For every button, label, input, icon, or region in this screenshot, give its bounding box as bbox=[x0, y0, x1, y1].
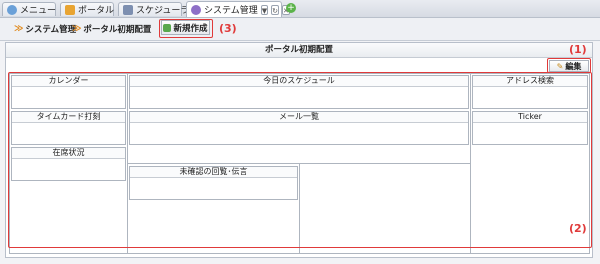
breadcrumb-arrow-icon: ≫ bbox=[72, 24, 82, 34]
edit-button[interactable]: ✎ 編集 bbox=[549, 60, 589, 72]
breadcrumb-label: システム管理 bbox=[25, 25, 77, 35]
callout-box-new bbox=[159, 19, 213, 38]
tab-system-admin[interactable]: システム管理 ▼ ↻ ✕ bbox=[186, 1, 290, 17]
callout-label-edit: (1) bbox=[569, 43, 587, 56]
tab-menu[interactable]: メニュー bbox=[2, 2, 56, 16]
calendar-icon bbox=[123, 4, 133, 15]
pencil-icon: ✎ bbox=[556, 61, 564, 71]
breadcrumb-item-system[interactable]: ≫ システム管理 bbox=[14, 22, 76, 36]
tab-bar: メニュー ポータル スケジューラ システム管理 ▼ ↻ ✕ + bbox=[0, 0, 600, 18]
toolbar: ≫ システム管理 ≫ ポータル初期配置 新規作成 bbox=[0, 18, 600, 41]
add-tab-icon[interactable]: + bbox=[286, 3, 296, 13]
edit-label: 編集 bbox=[565, 61, 582, 71]
panel-title: ポータル初期配置 bbox=[6, 43, 592, 58]
callout-label-new: (3) bbox=[219, 22, 237, 35]
breadcrumb-label: ポータル初期配置 bbox=[83, 25, 152, 35]
tab-portal-label: ポータル bbox=[78, 6, 115, 16]
menu-icon bbox=[7, 4, 17, 15]
portal-icon bbox=[65, 4, 75, 15]
tab-menu-chevron-icon[interactable]: ▼ bbox=[260, 4, 269, 15]
tab-system-admin-label: システム管理 bbox=[204, 6, 258, 16]
gear-icon bbox=[191, 4, 201, 15]
callout-label-layout: (2) bbox=[569, 222, 587, 235]
breadcrumb-arrow-icon: ≫ bbox=[14, 24, 24, 34]
tab-menu-label: メニュー bbox=[20, 6, 57, 16]
tab-scheduler-label: スケジューラ bbox=[136, 6, 190, 16]
tab-scheduler[interactable]: スケジューラ bbox=[118, 2, 189, 16]
reload-icon[interactable]: ↻ bbox=[271, 4, 279, 15]
breadcrumb-item-portal-layout[interactable]: ≫ ポータル初期配置 bbox=[72, 22, 151, 36]
callout-box-layout bbox=[8, 72, 592, 248]
tab-portal[interactable]: ポータル bbox=[60, 2, 114, 16]
